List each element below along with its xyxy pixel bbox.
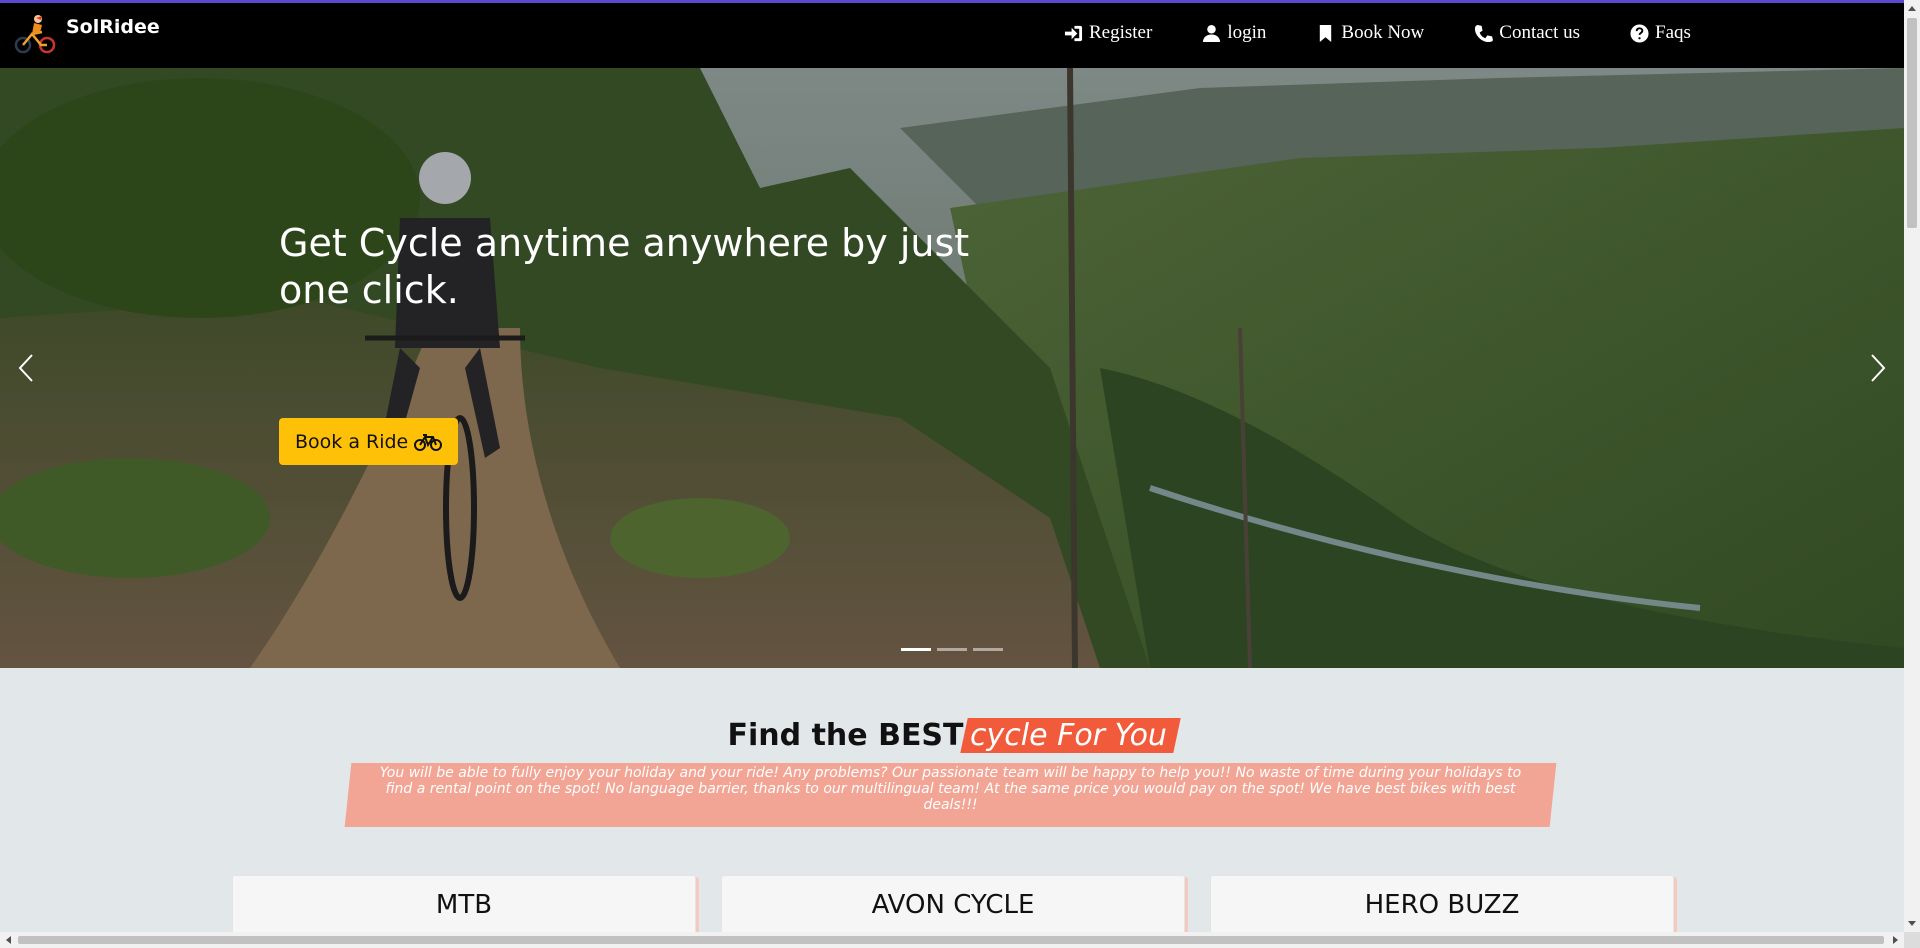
navbar: SolRidee Register login Book Now Contact… xyxy=(0,0,1904,68)
carousel-indicator-2[interactable] xyxy=(937,648,967,651)
scroll-up-arrow-icon[interactable] xyxy=(1904,0,1920,16)
cyclist-logo-icon xyxy=(14,15,56,54)
bike-card-hero-buzz[interactable]: HERO BUZZ xyxy=(1210,875,1674,935)
carousel-indicators xyxy=(901,648,1003,651)
section-title-highlight-text: cycle For You xyxy=(969,718,1167,753)
nav-login[interactable]: login xyxy=(1202,22,1266,44)
horizontal-scrollbar[interactable] xyxy=(0,932,1904,948)
scroll-left-arrow-icon[interactable] xyxy=(0,932,16,948)
user-icon xyxy=(1203,24,1221,42)
chevron-left-icon xyxy=(18,354,33,382)
sign-in-icon xyxy=(1064,25,1083,41)
section-title: Find the BEST cycle For You xyxy=(0,718,1904,753)
main-nav: Register login Book Now Contact us Faqs xyxy=(1064,22,1741,44)
scroll-down-arrow-icon[interactable] xyxy=(1904,916,1920,932)
question-circle-icon xyxy=(1630,23,1649,43)
vertical-scrollbar-thumb[interactable] xyxy=(1907,18,1917,228)
top-accent-line xyxy=(0,0,1904,3)
section-title-highlight: cycle For You xyxy=(959,718,1181,753)
carousel-prev-button[interactable] xyxy=(6,348,46,388)
book-ride-button[interactable]: Book a Ride xyxy=(279,418,459,465)
bike-card-mtb[interactable]: MTB xyxy=(232,875,696,935)
carousel-indicator-3[interactable] xyxy=(973,648,1003,651)
nav-contact-label: Contact us xyxy=(1499,22,1581,43)
nav-register-label: Register xyxy=(1089,22,1153,43)
scrollbar-corner xyxy=(1904,932,1920,948)
brand-name: SolRidee xyxy=(66,16,160,38)
bike-card-title: MTB xyxy=(435,890,493,920)
phone-icon xyxy=(1475,24,1494,42)
nav-book-now[interactable]: Book Now xyxy=(1316,22,1424,44)
hero-overlay xyxy=(0,68,1904,668)
bike-card-title: AVON CYCLE xyxy=(871,890,1035,920)
bicycle-icon xyxy=(414,433,443,451)
vertical-scrollbar[interactable] xyxy=(1904,0,1920,948)
intro-text: You will be able to fully enjoy your hol… xyxy=(379,765,1522,813)
nav-login-label: login xyxy=(1227,22,1267,43)
book-ride-label: Book a Ride xyxy=(295,430,409,453)
chevron-right-icon xyxy=(1871,354,1886,382)
carousel-next-button[interactable] xyxy=(1858,348,1898,388)
brand-link[interactable]: SolRidee xyxy=(14,12,160,56)
nav-register[interactable]: Register xyxy=(1064,22,1152,44)
hero-title: Get Cycle anytime anywhere by just one c… xyxy=(279,221,970,312)
nav-faqs[interactable]: Faqs xyxy=(1630,22,1691,44)
bookmark-icon xyxy=(1320,24,1332,42)
nav-book-now-label: Book Now xyxy=(1341,22,1425,43)
hero-carousel: Get Cycle anytime anywhere by just one c… xyxy=(0,68,1904,668)
bike-card-title: HERO BUZZ xyxy=(1364,890,1520,920)
nav-faqs-label: Faqs xyxy=(1655,22,1691,43)
bike-card-avon-cycle[interactable]: AVON CYCLE xyxy=(721,875,1185,935)
section-title-plain: Find the BEST xyxy=(727,718,964,753)
horizontal-scrollbar-thumb[interactable] xyxy=(18,936,1884,944)
scroll-right-arrow-icon[interactable] xyxy=(1888,932,1904,948)
nav-contact[interactable]: Contact us xyxy=(1474,22,1580,44)
carousel-indicator-1[interactable] xyxy=(901,648,931,651)
